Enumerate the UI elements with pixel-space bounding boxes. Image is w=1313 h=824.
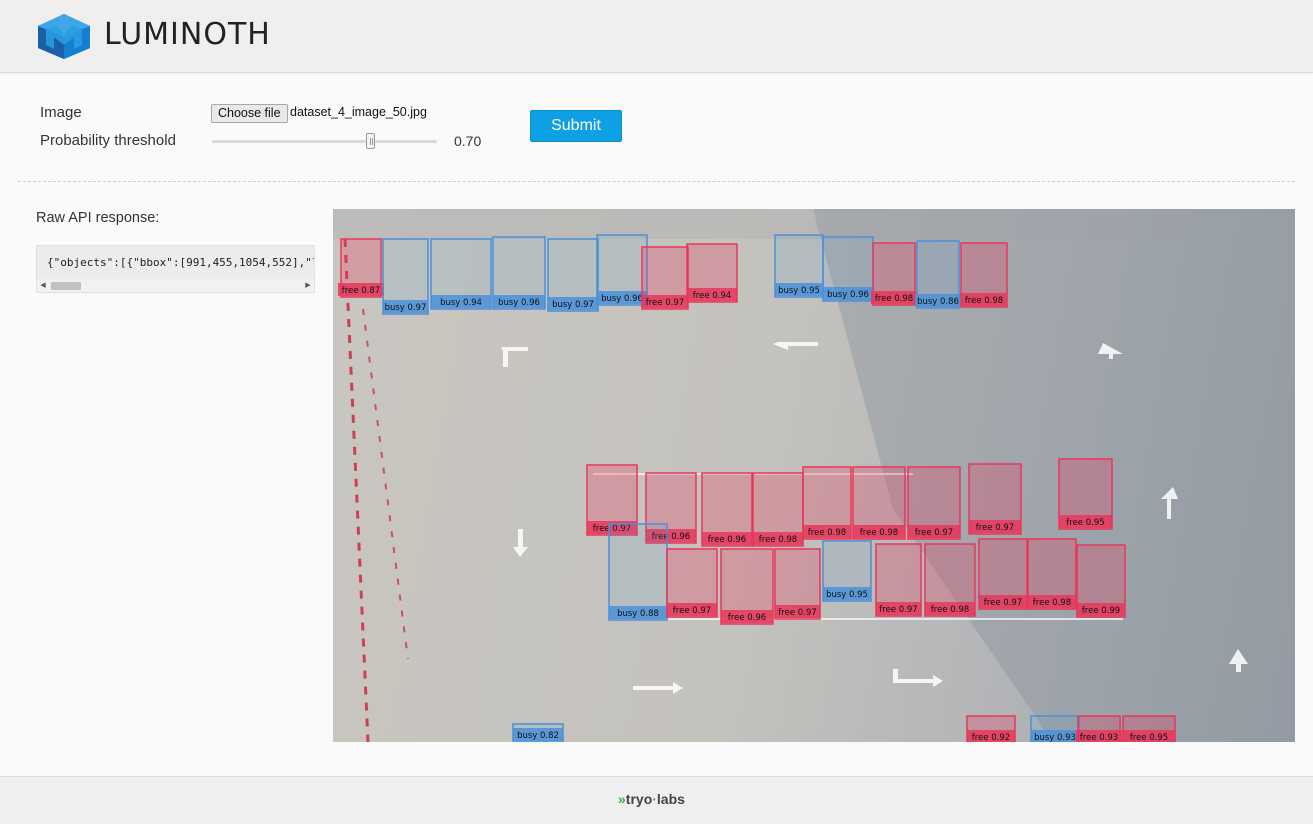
detection-label: busy 0.93 — [1034, 733, 1076, 742]
detection-box: busy 0.94 — [430, 238, 492, 310]
detection-label: free 0.96 — [708, 535, 746, 545]
detection-box: free 0.97 — [666, 548, 718, 618]
detection-label: free 0.97 — [646, 298, 684, 308]
tryolabs-chevron-icon: » — [618, 791, 626, 807]
detection-label: free 0.97 — [778, 608, 816, 618]
raw-response-label: Raw API response: — [36, 210, 160, 226]
detection-label: free 0.98 — [965, 296, 1003, 306]
detection-box: busy 0.86 — [915, 240, 961, 309]
app-header: LUMINOTH — [0, 0, 1313, 73]
detection-box: busy 0.95 — [822, 540, 872, 602]
app-footer: »tryo·labs — [0, 776, 1313, 824]
detection-label: free 0.97 — [984, 598, 1022, 608]
detection-box: free 0.93 — [1076, 715, 1122, 742]
choose-file-button[interactable]: Choose file — [211, 104, 288, 123]
detection-label: busy 0.97 — [385, 303, 427, 313]
slider-thumb[interactable] — [365, 133, 375, 149]
detection-label: free 0.97 — [673, 606, 711, 616]
detection-label: free 0.99 — [1082, 606, 1120, 616]
detection-box: free 0.97 — [907, 466, 961, 540]
detection-label: free 0.97 — [879, 605, 917, 615]
detection-label: free 0.98 — [931, 605, 969, 615]
detection-label: busy 0.95 — [826, 590, 868, 600]
tryolabs-logo[interactable]: »tryo·labs — [618, 791, 685, 807]
slider-track[interactable] — [212, 140, 437, 143]
detection-box: free 0.96 — [720, 548, 774, 625]
threshold-value: 0.70 — [454, 133, 482, 149]
detection-label: free 0.92 — [972, 733, 1010, 742]
detection-box: free 0.97 — [875, 543, 922, 617]
detection-box: busy 0.96 — [596, 234, 648, 306]
horizontal-scrollbar[interactable]: ◀ ▶ — [37, 279, 314, 292]
detection-box: busy 0.88 — [608, 523, 668, 621]
scroll-thumb[interactable] — [51, 282, 81, 290]
detection-box: free 0.99 — [1076, 544, 1126, 618]
scroll-right-icon[interactable]: ▶ — [302, 279, 314, 292]
detection-label: busy 0.86 — [917, 297, 959, 307]
detection-label: free 0.93 — [1080, 733, 1118, 742]
result-image: free 0.87 busy 0.97 busy 0.94 busy 0.96 busy… — [333, 209, 1295, 742]
scroll-left-icon[interactable]: ◀ — [37, 279, 49, 292]
detection-box: busy 0.97 — [382, 238, 429, 315]
detection-label: free 0.97 — [915, 528, 953, 538]
detection-label: free 0.95 — [1066, 518, 1104, 528]
detection-label: busy 0.96 — [498, 298, 540, 308]
detection-label: free 0.98 — [875, 294, 913, 304]
detection-rect — [608, 523, 668, 621]
detection-box: free 0.98 — [752, 472, 804, 547]
detection-box: busy 0.95 — [774, 234, 824, 298]
detection-box: free 0.98 — [924, 543, 976, 617]
detection-label: free 0.98 — [1033, 598, 1071, 608]
brand-left: tryo — [625, 791, 653, 807]
brand-right: labs — [656, 791, 685, 807]
detection-box: free 0.98 — [1027, 538, 1077, 610]
section-divider — [18, 181, 1295, 182]
detection-box: free 0.96 — [701, 472, 753, 547]
threshold-label: Probability threshold — [40, 132, 176, 149]
detection-box: free 0.94 — [686, 243, 738, 303]
app-title: LUMINOTH — [104, 17, 271, 52]
detection-label: free 0.96 — [728, 613, 766, 623]
detection-box: free 0.92 — [966, 715, 1016, 742]
detection-label: busy 0.97 — [552, 300, 594, 310]
raw-response-box[interactable]: {"objects":[{"bbox":[991,455,1054,552],"… — [36, 245, 315, 293]
detection-label: free 0.94 — [693, 291, 731, 301]
submit-button[interactable]: Submit — [530, 110, 622, 142]
detection-label: busy 0.82 — [517, 731, 559, 741]
detection-label: busy 0.94 — [440, 298, 482, 308]
detection-label: busy 0.96 — [601, 294, 643, 304]
detection-box: free 0.97 — [968, 463, 1022, 535]
detection-label: busy 0.96 — [827, 290, 869, 300]
detection-box: busy 0.96 — [492, 236, 546, 310]
detection-box: free 0.98 — [852, 466, 906, 540]
detection-box: free 0.98 — [802, 466, 852, 540]
detection-box: free 0.87 — [338, 238, 384, 298]
detection-box: free 0.98 — [960, 242, 1008, 308]
detection-box: free 0.97 — [641, 246, 689, 310]
image-label: Image — [40, 104, 82, 121]
detection-box: busy 0.82 — [512, 723, 564, 742]
detection-box: busy 0.96 — [822, 236, 874, 302]
detection-label: free 0.87 — [342, 286, 380, 296]
raw-response-text: {"objects":[{"bbox":[991,455,1054,552],"… — [47, 256, 315, 269]
luminoth-logo-icon — [38, 14, 90, 59]
detection-label: busy 0.95 — [778, 286, 820, 296]
detection-box: free 0.97 — [774, 548, 821, 620]
detection-box: free 0.95 — [1058, 458, 1113, 530]
detection-label: free 0.97 — [976, 523, 1014, 533]
detection-box: free 0.98 — [871, 242, 917, 306]
file-name: dataset_4_image_50.jpg — [290, 105, 427, 119]
detection-box: busy 0.93 — [1030, 715, 1080, 742]
detection-box: free 0.97 — [978, 538, 1028, 610]
detection-label: free 0.98 — [808, 528, 846, 538]
detection-overlay: free 0.87 busy 0.97 busy 0.94 busy 0.96 busy… — [333, 209, 1295, 742]
detection-label: free 0.98 — [759, 535, 797, 545]
detection-box: busy 0.97 — [547, 238, 599, 312]
detection-label: free 0.98 — [860, 528, 898, 538]
detection-label: busy 0.88 — [617, 609, 659, 619]
detection-label: free 0.95 — [1130, 733, 1168, 742]
detection-box: free 0.95 — [1122, 715, 1176, 742]
